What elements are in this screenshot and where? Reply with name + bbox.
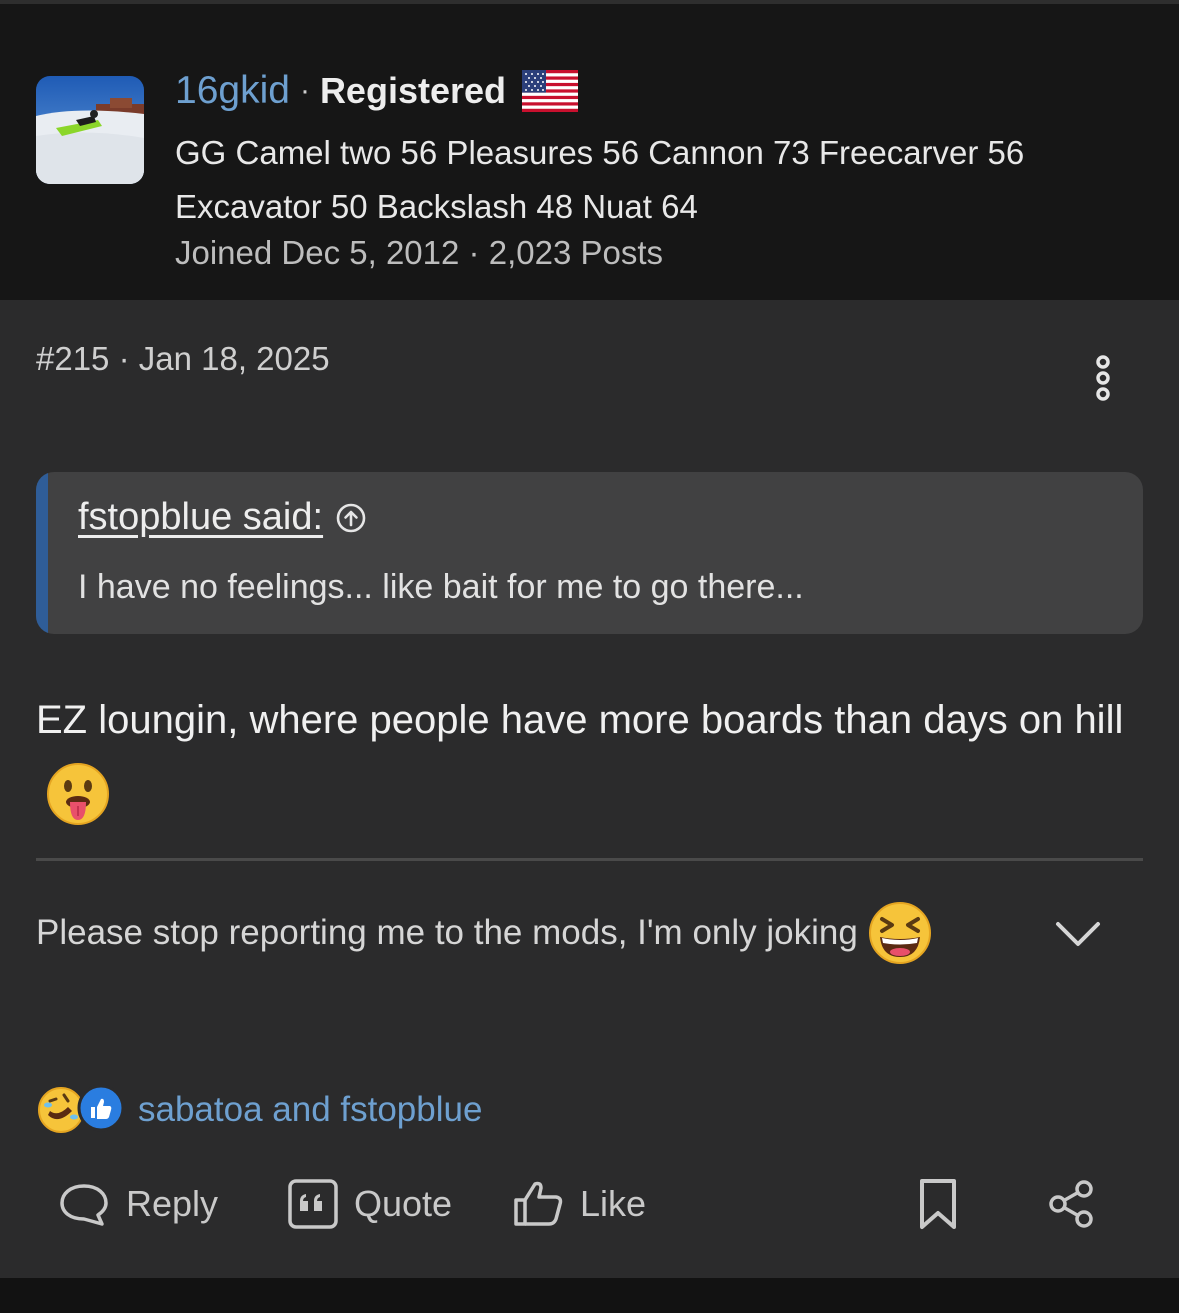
more-options-icon[interactable] (1086, 354, 1120, 402)
thumbs-up-outline-icon (514, 1181, 563, 1226)
post-number[interactable]: #215 (36, 340, 109, 377)
bookmark-button[interactable] (916, 1172, 974, 1236)
post-count: 2,023 Posts (488, 234, 663, 271)
user-role: Registered (319, 70, 507, 111)
chevron-down-icon[interactable] (1052, 914, 1104, 954)
signature-divider (36, 858, 1143, 861)
laughing-emoji (868, 902, 931, 964)
username[interactable]: 16gkid (175, 69, 290, 113)
post-date: Jan 18, 2025 (138, 340, 330, 377)
quote-author[interactable]: fstopblue said: (78, 496, 323, 539)
quote-icon (288, 1179, 338, 1229)
signature-text: Please stop reporting me to the mods, I'… (36, 913, 858, 952)
user-signature-boards: GG Camel two 56 Pleasures 56 Cannon 73 F… (175, 134, 1025, 225)
quote-accent-bar (36, 472, 48, 634)
post-actions: Reply Quote Like (56, 1172, 1126, 1236)
avatar[interactable] (36, 76, 144, 184)
author-header: 16gkid · Registered GG Camel two 56 Plea… (0, 4, 1179, 300)
post-body-text: EZ loungin, where people have more board… (36, 698, 1124, 742)
arrow-up-circle-icon[interactable] (335, 502, 367, 534)
quote-label: Quote (354, 1183, 453, 1224)
share-button[interactable] (1044, 1172, 1112, 1236)
reaction-names[interactable]: sabatoa and fstopblue (138, 1090, 482, 1130)
like-label: Like (580, 1183, 647, 1224)
reaction-icons[interactable] (36, 1085, 126, 1135)
separator-dot: · (468, 234, 489, 271)
quote-text: I have no feelings... like bait for me t… (78, 568, 804, 606)
share-icon (1049, 1180, 1093, 1228)
speech-bubble-icon (60, 1184, 108, 1226)
bookmark-icon (920, 1179, 956, 1229)
quote-author-link[interactable]: fstopblue said: (78, 496, 367, 539)
separator-dot: · (118, 340, 139, 377)
author-line: 16gkid · Registered (175, 66, 579, 116)
post-meta: #215 · Jan 18, 2025 (36, 340, 330, 378)
thumbs-up-icon (77, 1085, 125, 1132)
separator-dot: · (299, 74, 310, 107)
quote-button[interactable]: Quote (286, 1172, 452, 1236)
rofl-emoji (38, 1087, 84, 1133)
reply-label: Reply (126, 1183, 219, 1224)
user-stats: Joined Dec 5, 2012 · 2,023 Posts (175, 234, 663, 272)
post-signature: Please stop reporting me to the mods, I'… (36, 900, 932, 966)
quote-block: fstopblue said: I have no feelings... li… (36, 472, 1143, 634)
post-card: #215 · Jan 18, 2025 fstopblue said: I ha… (0, 300, 1179, 1278)
bottom-bar (0, 1278, 1179, 1313)
us-flag-icon (522, 70, 579, 112)
like-button[interactable]: Like (512, 1172, 646, 1236)
joined-date: Joined Dec 5, 2012 (175, 234, 460, 271)
reply-button[interactable]: Reply (56, 1172, 218, 1236)
post-body: EZ loungin, where people have more board… (36, 684, 1136, 828)
tongue-out-emoji (47, 763, 109, 826)
reactions-summary: sabatoa and fstopblue (36, 1080, 482, 1140)
